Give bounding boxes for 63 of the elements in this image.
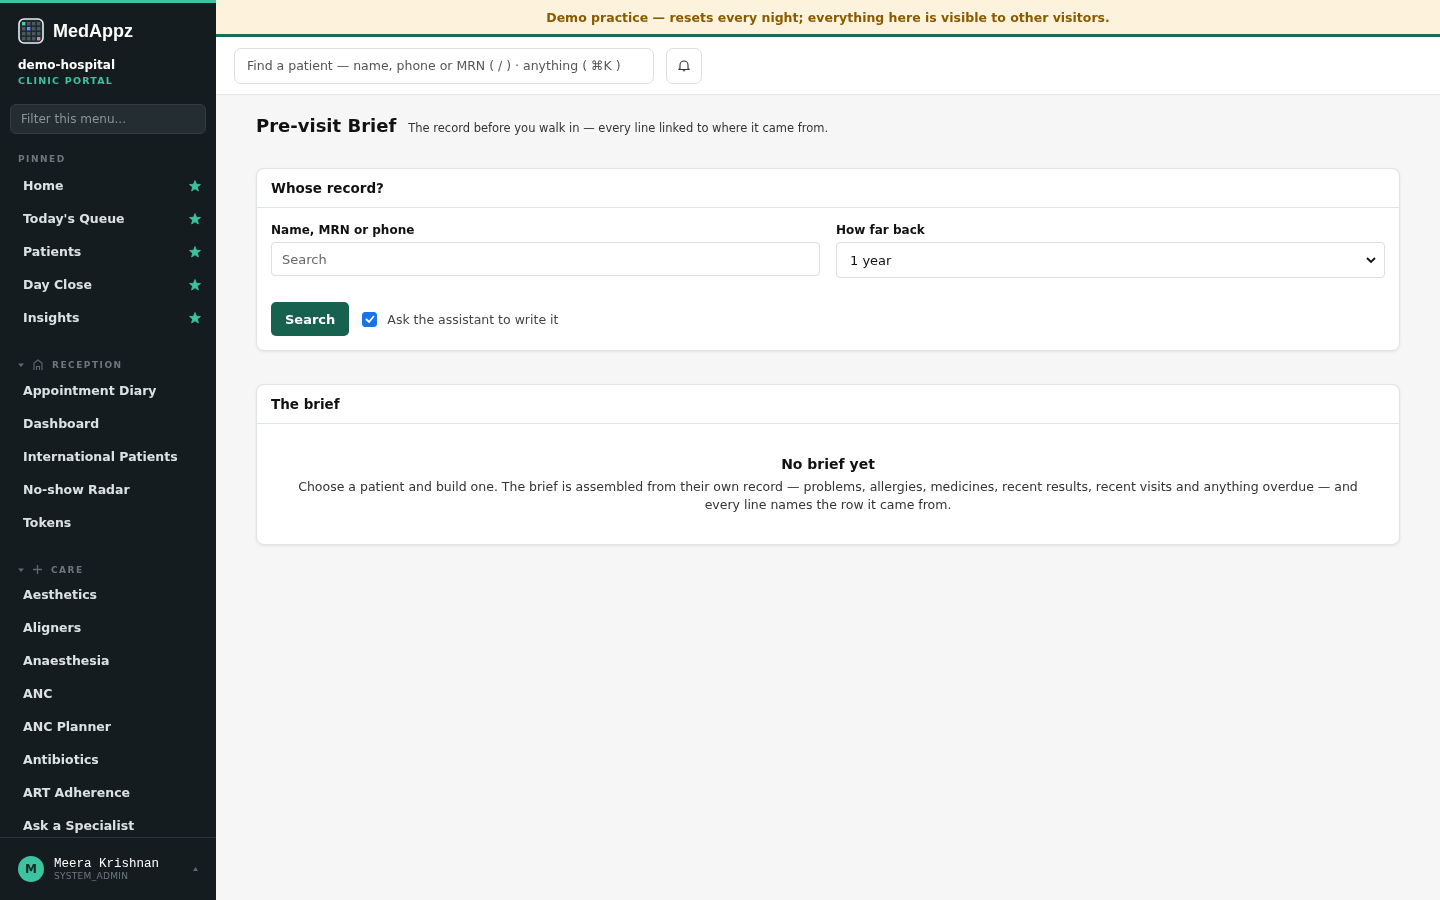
star-icon[interactable] xyxy=(189,278,201,291)
user-menu[interactable]: M Meera Krishnan SYSTEM_ADMIN xyxy=(0,837,216,900)
user-role: SYSTEM_ADMIN xyxy=(54,871,130,881)
empty-state-text: Choose a patient and build one. The brief is assembled from their own record — problems, allergies, medicines, recent results, recent visits and anything overdue — and every line names the row it came from. xyxy=(297,478,1359,514)
nav-item[interactable]: Aligners xyxy=(0,611,216,644)
nav-item[interactable]: Aesthetics xyxy=(0,578,216,611)
logo-icon xyxy=(18,18,44,44)
range-dropdown[interactable]: 1 year xyxy=(836,242,1385,278)
nav-item[interactable]: Today's Queue xyxy=(0,202,216,235)
star-icon[interactable] xyxy=(189,245,201,258)
nav-item[interactable]: Appointment Diary xyxy=(0,374,216,407)
nav-item[interactable]: ANC xyxy=(0,677,216,710)
checkbox-label: Ask the assistant to write it xyxy=(387,311,559,327)
card-title: Whose record? xyxy=(257,169,1399,208)
portal-label: CLINIC PORTAL xyxy=(17,74,114,86)
patient-search-field[interactable]: Search xyxy=(271,242,820,276)
assistant-checkbox[interactable] xyxy=(362,311,378,327)
chevron-icon xyxy=(1366,256,1376,264)
menu-filter-field[interactable]: Filter this menu... xyxy=(10,104,206,134)
star-icon[interactable] xyxy=(189,311,201,324)
organization-name: demo-hospital xyxy=(17,57,117,72)
nav-item-label: Today's Queue xyxy=(23,211,125,226)
bell-icon xyxy=(678,59,690,72)
plus-icon xyxy=(32,564,43,575)
nav-item[interactable]: Ask a Specialist xyxy=(0,809,216,837)
notifications-button[interactable] xyxy=(666,47,702,84)
nav-item[interactable]: Day Close xyxy=(0,268,216,301)
nav-item[interactable]: No-show Radar xyxy=(0,473,216,506)
nav-item-label: Patients xyxy=(23,244,82,259)
app-name: MedAppz xyxy=(53,20,133,42)
page-title: Pre-visit Brief xyxy=(256,115,397,136)
caret-icon[interactable] xyxy=(18,566,24,573)
empty-state-title: No brief yet xyxy=(780,456,876,472)
avatar: M xyxy=(18,856,44,882)
caret-icon[interactable] xyxy=(18,362,24,368)
section-heading: RECEPTION xyxy=(52,360,123,370)
nav-item[interactable]: Dashboard xyxy=(0,407,216,440)
star-icon[interactable] xyxy=(189,212,201,225)
card-title: The brief xyxy=(257,385,1399,424)
nav-item[interactable]: Anaesthesia xyxy=(0,644,216,677)
nav-item[interactable]: Home xyxy=(0,169,216,202)
section-heading: CARE xyxy=(51,564,84,575)
banner-text: Demo practice — resets every night; everything here is visible to other visitors. xyxy=(546,9,1110,25)
patient-search-field[interactable]: Find a patient — name, phone or MRN ( / ) · anything ( ⌘K ) xyxy=(234,47,654,84)
section-heading: PINNED xyxy=(17,153,67,166)
nav-item-label: Day Close xyxy=(23,277,92,292)
nav-item[interactable]: Insights xyxy=(0,301,216,334)
nav-item[interactable]: Patients xyxy=(0,235,216,268)
field-label: Name, MRN or phone xyxy=(271,223,416,237)
caret-icon xyxy=(193,867,198,871)
page-subtitle: The record before you walk in — every line linked to where it came from. xyxy=(408,121,829,135)
field-label: How far back xyxy=(836,223,926,237)
nav-item-label: Home xyxy=(23,178,64,193)
user-name: Meera Krishnan xyxy=(54,857,161,871)
nav-item[interactable]: ART Adherence xyxy=(0,776,216,809)
building-icon xyxy=(32,359,44,371)
nav-item[interactable]: ANC Planner xyxy=(0,710,216,743)
nav-item[interactable]: Tokens xyxy=(0,506,216,539)
nav-item-label: Insights xyxy=(23,310,80,325)
nav-item[interactable]: International Patients xyxy=(0,440,216,473)
star-icon[interactable] xyxy=(189,179,201,192)
search-button[interactable]: Search xyxy=(271,302,350,336)
nav-item[interactable]: Antibiotics xyxy=(0,743,216,776)
